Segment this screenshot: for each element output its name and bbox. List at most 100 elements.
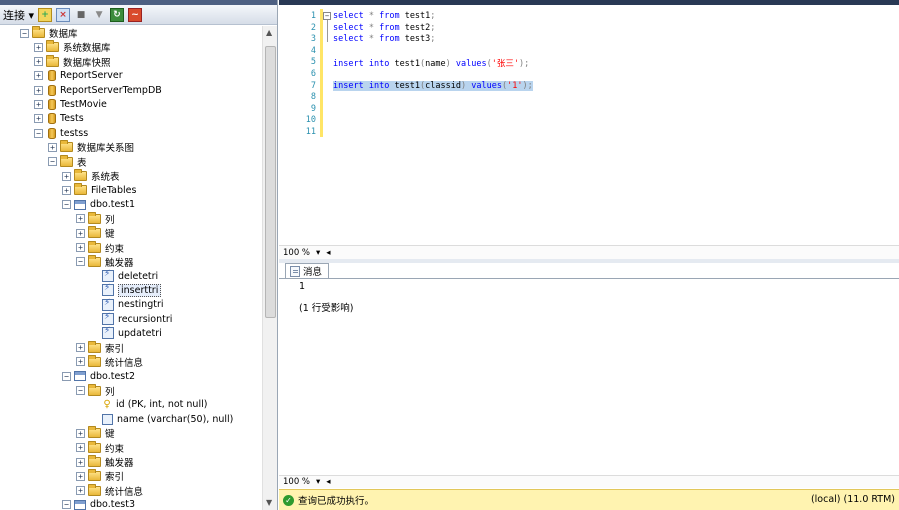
tree-node[interactable]: ♀ id (PK, int, not null) (90, 398, 207, 412)
expand-icon[interactable]: + (76, 228, 85, 238)
expand-icon[interactable]: + (76, 471, 85, 481)
chevron-down-icon[interactable]: ▾ (316, 477, 320, 487)
collapse-icon[interactable]: − (34, 128, 43, 138)
collapse-icon[interactable]: − (76, 257, 85, 267)
code-line[interactable]: select * from test2; (333, 23, 435, 33)
tree-node[interactable]: + 索引 (76, 469, 124, 483)
expand-icon[interactable]: + (76, 214, 85, 224)
expand-icon[interactable]: + (76, 443, 85, 453)
stop-icon[interactable]: ■ (74, 8, 88, 22)
activity-monitor-icon[interactable]: ~ (128, 7, 143, 22)
collapse-icon[interactable]: − (48, 157, 57, 167)
chevron-down-icon[interactable]: ▾ (316, 248, 320, 258)
tree-node[interactable]: − 数据库 (20, 26, 78, 40)
tree-node[interactable]: + 索引 (76, 340, 124, 355)
line-number: 2 (310, 22, 316, 33)
tree-node-label: id (PK, int, not null) (116, 399, 208, 411)
expand-icon[interactable]: + (34, 100, 43, 109)
collapse-icon[interactable]: − (20, 28, 29, 38)
tree-node[interactable]: deletetri (90, 269, 158, 283)
tree-node[interactable]: + 系统数据库 (34, 40, 111, 54)
zoom-select[interactable]: 100 % (283, 248, 310, 258)
query-editor[interactable]: 1 2 3 4 5 6 7 8 9 10 11 − select * from test1; sele… (279, 6, 899, 242)
expand-icon[interactable]: + (62, 171, 71, 181)
tree-node[interactable]: − testss (34, 126, 88, 140)
folder-icon (88, 240, 101, 253)
collapse-icon[interactable]: − (62, 371, 71, 381)
expand-icon[interactable]: + (62, 185, 71, 195)
code-line[interactable]: insert into test1(name) values('张三'); (333, 57, 529, 69)
tree-node[interactable]: + 约束 (76, 240, 124, 255)
expand-icon[interactable]: + (76, 243, 85, 252)
scroll-left-icon[interactable]: ◂ (326, 248, 330, 258)
connect-icon[interactable]: + (38, 7, 53, 22)
tree-node[interactable]: + 键 (76, 226, 115, 240)
expand-icon[interactable]: + (34, 71, 43, 81)
expand-icon[interactable]: + (76, 486, 85, 496)
tree-node[interactable]: + 列 (76, 211, 115, 226)
tree-node[interactable]: − dbo.test1 (62, 198, 135, 212)
tree-node[interactable]: + 约束 (76, 440, 124, 455)
tree-node[interactable]: − 表 (48, 154, 87, 169)
code-line[interactable]: insert into test1(classid) values('1'); (333, 80, 533, 91)
tree-node-label: dbo.test3 (90, 499, 136, 510)
tree-node[interactable]: + 触发器 (76, 455, 134, 469)
expand-icon[interactable]: + (34, 114, 43, 124)
tab-messages[interactable]: 消息 (285, 263, 330, 278)
collapse-icon[interactable]: − (62, 500, 71, 510)
tree-node[interactable]: + ReportServerTempDB (34, 83, 162, 97)
tree-node[interactable]: + FileTables (62, 183, 136, 197)
trigger-icon (102, 312, 114, 325)
tree-node[interactable]: + Tests (34, 112, 84, 126)
expand-icon[interactable]: + (76, 428, 85, 438)
results-zoom-select[interactable]: 100 % (283, 477, 310, 487)
tree-node[interactable]: − dbo.test2 (62, 369, 135, 383)
code-line[interactable]: select * from test3; (333, 34, 435, 44)
trigger-icon (102, 283, 114, 297)
tree-node[interactable]: + TestMovie (34, 98, 107, 112)
code-token: select (333, 11, 364, 21)
tree-node[interactable]: + ReportServer (34, 69, 123, 83)
collapse-icon[interactable]: − (62, 200, 71, 210)
expand-icon[interactable]: + (34, 85, 43, 95)
expand-icon[interactable]: + (76, 343, 85, 353)
tree-node[interactable]: nestingtri (90, 298, 164, 312)
expand-icon[interactable]: + (76, 457, 85, 467)
expand-icon[interactable]: + (76, 357, 85, 367)
expand-icon[interactable]: + (48, 142, 57, 152)
code-token: ; (430, 22, 436, 33)
tree-node-label: dbo.test2 (90, 370, 136, 382)
tree-node[interactable]: name (varchar(50), null) (90, 412, 233, 426)
collapse-icon[interactable]: − (323, 12, 331, 20)
tree-node[interactable]: − 列 (76, 383, 115, 398)
tree-scrollbar[interactable]: ▲ ▼ (262, 26, 277, 510)
tree-node[interactable]: + 数据库快照 (34, 54, 111, 69)
code-token: from (379, 22, 400, 33)
scroll-up-icon[interactable]: ▲ (266, 28, 272, 37)
tree-node[interactable]: + 统计信息 (76, 354, 143, 369)
collapse-icon[interactable]: − (76, 386, 85, 395)
disconnect-icon[interactable]: × (56, 7, 71, 22)
tree-node[interactable]: + 键 (76, 426, 115, 440)
tree-node[interactable]: + 统计信息 (76, 483, 143, 498)
code-token: values (455, 59, 487, 70)
tree-node[interactable]: − 触发器 (76, 254, 134, 269)
line-number: 3 (310, 34, 316, 45)
tree-node[interactable]: + 数据库关系图 (48, 140, 134, 154)
tree-node[interactable]: updatetri (90, 326, 162, 340)
scrollbar-thumb[interactable] (265, 46, 276, 318)
filter-icon[interactable]: ▼ (92, 8, 106, 22)
tree-node[interactable]: inserttri (90, 283, 162, 297)
code-line[interactable]: select * from test1; (333, 11, 435, 21)
expand-icon[interactable]: + (34, 57, 43, 67)
tree-node[interactable]: − dbo.test3 (62, 498, 135, 510)
scroll-left-icon[interactable]: ◂ (326, 477, 330, 487)
expand-icon[interactable]: + (34, 42, 43, 52)
tree-node[interactable]: + 系统表 (62, 169, 120, 183)
line-number: 10 (305, 115, 316, 126)
refresh-icon[interactable]: ↻ (110, 7, 125, 22)
tree-node[interactable]: recursiontri (90, 312, 172, 326)
scroll-down-icon[interactable]: ▼ (266, 498, 272, 507)
connect-dropdown[interactable]: 连接 ▾ (3, 7, 34, 23)
